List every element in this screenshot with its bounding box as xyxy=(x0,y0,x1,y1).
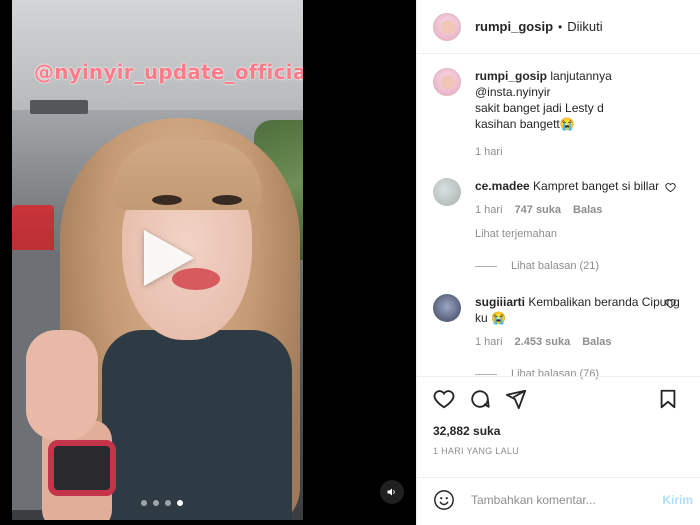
comment-time[interactable]: 1 hari xyxy=(475,334,503,350)
caption-time[interactable]: 1 hari xyxy=(475,144,503,160)
post-sidebar: rumpi_gosip • Diikuti rumpi_gosip lanjut… xyxy=(416,0,700,525)
comments-list: rumpi_gosip lanjutannya @insta.nyinyir s… xyxy=(417,54,700,382)
caption-username[interactable]: rumpi_gosip xyxy=(475,69,547,83)
header-username[interactable]: rumpi_gosip xyxy=(475,19,553,34)
comment-username[interactable]: ce.madee xyxy=(475,179,530,193)
person-eye-right xyxy=(212,195,242,205)
translate-link[interactable]: Lihat terjemahan xyxy=(475,226,684,242)
heart-icon[interactable] xyxy=(433,388,455,410)
comment-username[interactable]: sugiiiarti xyxy=(475,295,525,309)
likes-count[interactable]: 32,882 suka xyxy=(417,424,700,438)
comment-meta: 1 hari 747 suka Balas xyxy=(475,202,684,218)
avatar[interactable] xyxy=(433,12,461,41)
comment-likes[interactable]: 2.453 suka xyxy=(515,334,571,350)
speaker-icon[interactable] xyxy=(380,480,404,504)
follow-status[interactable]: Diikuti xyxy=(567,19,602,34)
play-icon[interactable] xyxy=(144,230,194,286)
person-eye-left xyxy=(152,195,182,205)
post-media[interactable]: @nyinyir_update_official xyxy=(0,0,416,525)
caption-line-1: rumpi_gosip lanjutannya xyxy=(475,68,684,84)
comment-heart-icon[interactable] xyxy=(665,182,676,193)
reply-button[interactable]: Balas xyxy=(582,334,611,350)
person-hand xyxy=(26,330,98,440)
comment-text: Kampret banget si billar xyxy=(533,179,660,193)
caption-mention[interactable]: @insta.nyinyir xyxy=(475,84,684,100)
post-actions: 32,882 suka 1 HARI YANG LALU Tambahkan k… xyxy=(417,376,700,525)
car-roof-background xyxy=(12,0,303,110)
video-frame[interactable]: @nyinyir_update_official xyxy=(12,0,303,520)
comment-line: sugiiiarti Kembalikan beranda Cipung ku … xyxy=(475,294,684,326)
caption-text-3: sakit banget jadi Lesty d xyxy=(475,101,604,115)
comment-avatar[interactable] xyxy=(433,294,461,322)
comment-likes[interactable]: 747 suka xyxy=(515,202,561,218)
smartwatch xyxy=(48,440,116,496)
carousel-dot xyxy=(153,500,159,506)
comment-icon[interactable] xyxy=(469,388,491,410)
car-vent xyxy=(30,100,88,114)
comment-item: ce.madee Kampret banget si billar 1 hari… xyxy=(433,178,684,274)
caption-meta: 1 hari xyxy=(475,144,684,160)
post-comment-button[interactable]: Kirim xyxy=(662,493,693,507)
add-comment-bar: Tambahkan komentar... Kirim xyxy=(417,477,700,521)
caption-body: rumpi_gosip lanjutannya @insta.nyinyir s… xyxy=(475,68,684,160)
post-header: rumpi_gosip • Diikuti xyxy=(417,0,700,54)
caption-text-4: kasihan bangett😭 xyxy=(475,117,575,131)
replies-divider xyxy=(475,373,497,375)
person-shirt xyxy=(102,330,292,520)
post-time[interactable]: 1 HARI YANG LALU xyxy=(417,446,700,456)
caption-text-1: lanjutannya xyxy=(550,69,612,83)
carousel-dot xyxy=(165,500,171,506)
bookmark-icon[interactable] xyxy=(657,388,679,410)
action-icons xyxy=(417,377,700,421)
carousel-dot xyxy=(141,500,147,506)
carousel-dot-active xyxy=(177,500,183,506)
comment-line: ce.madee Kampret banget si billar xyxy=(475,178,684,194)
comment-time[interactable]: 1 hari xyxy=(475,202,503,218)
comment-body: sugiiiarti Kembalikan beranda Cipung ku … xyxy=(475,294,684,382)
comment-input[interactable]: Tambahkan komentar... xyxy=(471,493,596,507)
comment-body: ce.madee Kampret banget si billar 1 hari… xyxy=(475,178,684,274)
view-replies[interactable]: Lihat balasan (21) xyxy=(475,258,684,274)
emoji-icon[interactable] xyxy=(433,489,455,511)
video-watermark: @nyinyir_update_official xyxy=(34,60,303,84)
reply-button[interactable]: Balas xyxy=(573,202,602,218)
header-separator: • xyxy=(558,19,563,34)
caption-avatar[interactable] xyxy=(433,68,461,96)
comment-avatar[interactable] xyxy=(433,178,461,206)
caption-item: rumpi_gosip lanjutannya @insta.nyinyir s… xyxy=(433,68,684,160)
carousel-dots xyxy=(141,500,183,506)
share-icon[interactable] xyxy=(505,388,527,410)
comment-heart-icon[interactable] xyxy=(665,298,676,309)
speaker-glyph xyxy=(387,488,395,496)
view-replies-label[interactable]: Lihat balasan (21) xyxy=(511,258,599,274)
comment-item: sugiiiarti Kembalikan beranda Cipung ku … xyxy=(433,294,684,382)
replies-divider xyxy=(475,265,497,267)
comment-meta: 1 hari 2.453 suka Balas xyxy=(475,334,684,350)
